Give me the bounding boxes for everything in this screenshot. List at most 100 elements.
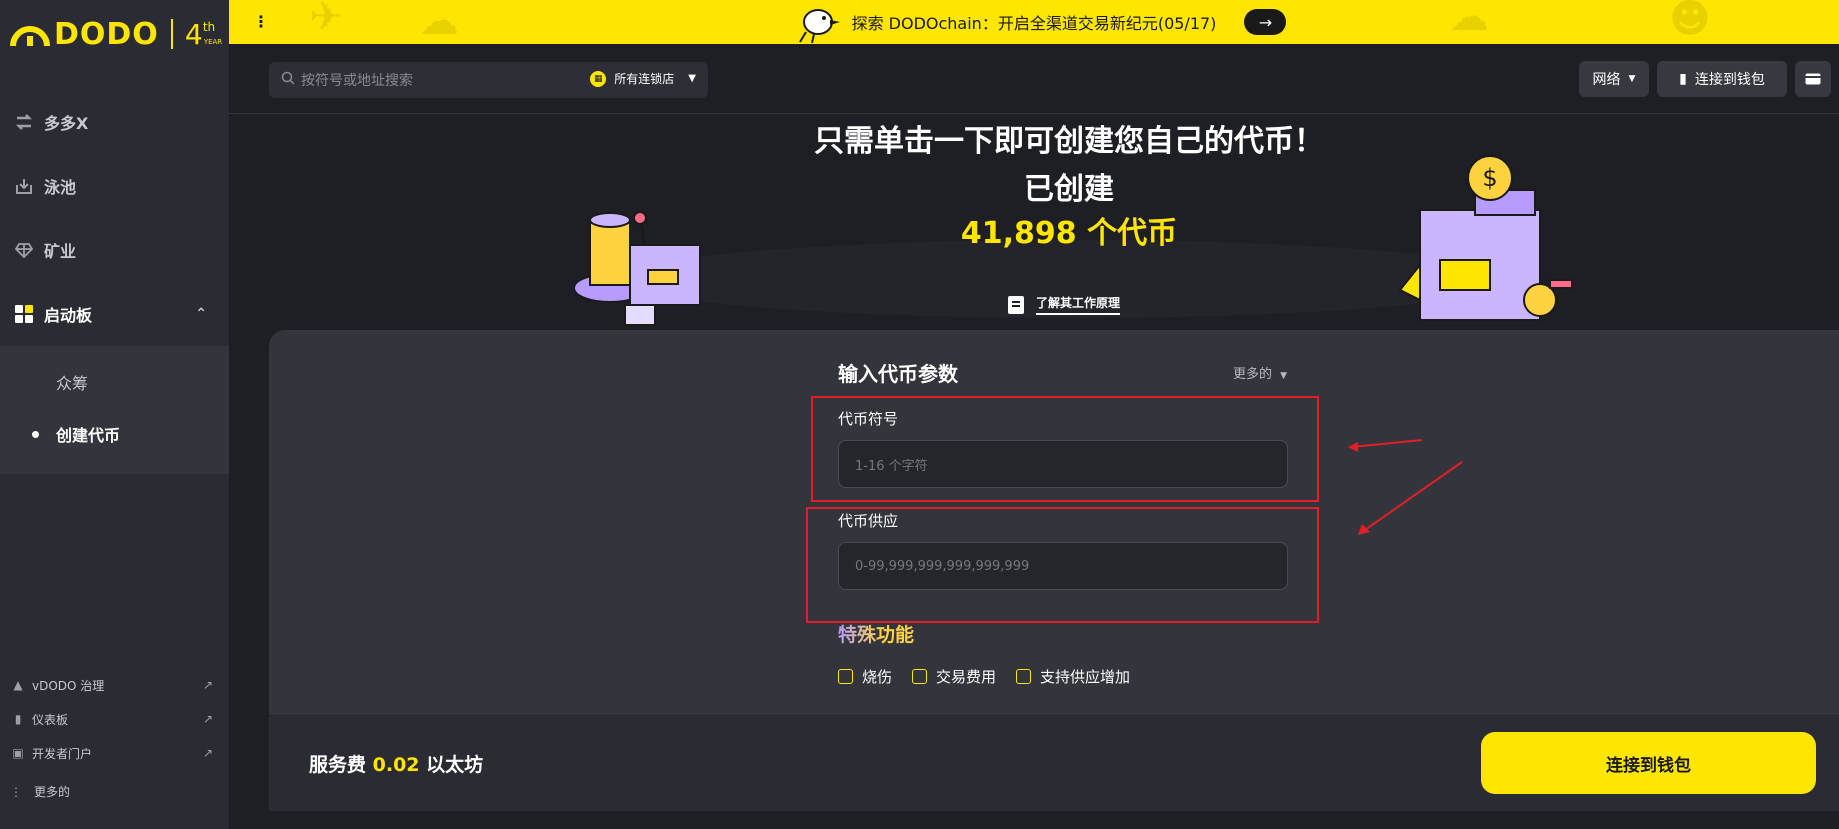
logo-text: DODO [54,16,159,52]
bar-chart-icon: ▮ [14,712,22,726]
app-root: DODO 4 th YEAR 多多X 泳池 矿业 启动板 ⌃ 众筹 创建代币 ▲… [0,0,1839,829]
pool-icon [14,176,34,196]
caret-down-icon: ▼ [688,73,696,84]
anniversary-number: 4 [184,17,203,51]
search-bar[interactable]: 按符号或地址搜索 ▦ 所有连锁店 ▼ [269,62,708,98]
sidebar-subitem-create-token[interactable]: 创建代币 [0,408,229,460]
sidebar-item-dodox[interactable]: 多多X [0,90,229,154]
svg-text:$: $ [1482,164,1497,192]
hero-title: 只需单击一下即可创建您自己的代币！ [814,124,1324,159]
grid-icon [14,304,34,324]
search-icon [281,71,295,89]
special-features-options: 烧伤 交易费用 支持供应增加 [838,666,1150,687]
header-connect-wallet-button[interactable]: ▮ 连接到钱包 [1657,61,1787,97]
sidebar-link-dashboard[interactable]: ▮ 仪表板 ↗ [0,702,229,736]
highlight-box-symbol [811,396,1319,502]
sidebar-link-vdodo[interactable]: ▲ vDODO 治理 ↗ [0,668,229,702]
caret-down-icon: ▼ [1280,371,1288,381]
network-button[interactable]: 网络 ▼ [1579,61,1649,97]
sidebar-link-developer[interactable]: ▣ 开发者门户 ↗ [0,736,229,770]
dodo-logo[interactable]: DODO 4 th YEAR [10,14,222,54]
vending-machine-illustration-icon: $ [1398,155,1573,321]
token-count: 41,898 个代币 [960,216,1178,251]
footer-link-label: 开发者门户 [32,746,93,761]
learn-how-link[interactable]: 了解其工作原理 [1008,294,1121,315]
vdodo-icon: ▲ [13,678,23,692]
anniversary-sub: YEAR [203,37,223,46]
sidebar-item-label: 矿业 [44,242,77,261]
sidebar-subitem-label: 创建代币 [56,426,121,445]
sidebar-nav: 多多X 泳池 矿业 启动板 ⌃ 众筹 创建代币 [0,90,229,474]
top-header: 按符号或地址搜索 ▦ 所有连锁店 ▼ 网络 ▼ ▮ 连接到钱包 [229,44,1839,114]
fee-amount: 0.02 [372,754,420,776]
service-fee: 服务费 0.02 以太坊 [309,750,483,777]
banner-text: 探索 DODOchain：开启全渠道交易新纪元(05/17) [851,14,1217,33]
swap-icon [14,112,34,132]
anniversary-sup: th [202,19,216,34]
burn-checkbox[interactable]: 烧伤 [838,666,892,687]
chain-selector[interactable]: ▦ 所有连锁店 ▼ [590,70,696,87]
checkbox-label: 支持供应增加 [1040,668,1131,686]
active-dot-icon [32,430,39,438]
dodo-bird-icon [799,9,840,44]
external-link-icon: ↗ [202,746,213,760]
checkbox-label: 烧伤 [862,668,893,686]
anniversary-badge: 4 th YEAR [184,17,222,51]
sidebar-item-label: 泳池 [44,178,77,197]
wallet-button-label: 连接到钱包 [1694,72,1765,88]
supply-increase-checkbox[interactable]: 支持供应增加 [1016,666,1130,687]
external-link-icon: ↗ [202,712,213,726]
external-link-icon: ↗ [202,678,213,692]
highlight-box-supply [806,507,1319,623]
network-button-label: 网络 [1592,72,1621,88]
sidebar-item-pool[interactable]: 泳池 [0,154,229,218]
banner-arrow-button[interactable]: → [1244,9,1287,35]
banner-decoration-icon: ✈ [309,0,343,40]
banner-decoration-icon: ☁ [419,0,459,44]
footer-link-label: vDODO 治理 [32,678,105,693]
fee-unit: 以太坊 [426,754,484,776]
sidebar-item-mining[interactable]: 矿业 [0,218,229,282]
hero-subtitle: 已创建 [1024,172,1114,207]
special-features-heading: 特殊功能 [838,620,914,647]
announcement-banner[interactable]: ⋮ ✈ ☁ ☁ ☻ 探索 DODOchain：开启全渠道交易新纪元(05/17)… [229,0,1839,44]
trade-fee-checkbox[interactable]: 交易费用 [912,666,996,687]
footer-link-label: 仪表板 [32,712,69,727]
sidebar-item-launchpad[interactable]: 启动板 ⌃ [0,282,229,346]
checkbox-label: 交易费用 [936,668,997,686]
checkbox-box[interactable] [912,669,928,684]
banner-decoration-icon: ☁ [1449,0,1489,40]
fee-prefix: 服务费 [309,754,367,776]
caret-down-icon: ▼ [1628,74,1636,84]
sidebar: DODO 4 th YEAR 多多X 泳池 矿业 启动板 ⌃ 众筹 创建代币 ▲… [0,0,229,829]
sidebar-footer-links: ▲ vDODO 治理 ↗ ▮ 仪表板 ↗ ▣ 开发者门户 ↗ [0,668,229,770]
sidebar-subitem-label: 众筹 [56,374,89,393]
card-button[interactable] [1795,61,1831,97]
chevron-up-icon[interactable]: ⌃ [195,306,207,322]
more-options-dropdown[interactable]: 更多的 ▼ [1233,363,1287,382]
sidebar-subitem-crowdfunding[interactable]: 众筹 [0,356,229,408]
diamond-icon [14,240,34,260]
form-title: 输入代币参数 [838,362,958,386]
more-options-label: 更多的 [1233,367,1273,382]
sidebar-item-label: 启动板 [44,306,93,325]
document-icon [1008,295,1024,314]
connect-wallet-button[interactable]: 连接到钱包 [1481,732,1816,794]
chain-selector-label: 所有连锁店 [614,72,675,86]
more-vertical-icon: ⋮ [10,784,22,799]
sidebar-item-label: 多多X [44,114,89,133]
more-label: 更多的 [34,785,71,799]
checkbox-box[interactable] [1016,669,1032,684]
learn-how-label: 了解其工作原理 [1036,294,1121,315]
annotation-arrows-icon [1348,439,1463,535]
banner-decoration-icon: ☻ [1669,0,1711,42]
factory-illustration-icon [573,211,701,326]
developer-icon: ▣ [12,746,24,760]
launchpad-submenu: 众筹 创建代币 [0,346,229,474]
wallet-icon: ▮ [1679,71,1687,87]
checkbox-box[interactable] [838,669,853,684]
logo-divider [170,19,173,49]
search-input[interactable]: 按符号或地址搜索 [301,70,413,90]
banner-menu-icon[interactable]: ⋮ [253,14,269,30]
sidebar-more-button[interactable]: ⋮ 更多的 [10,783,70,800]
